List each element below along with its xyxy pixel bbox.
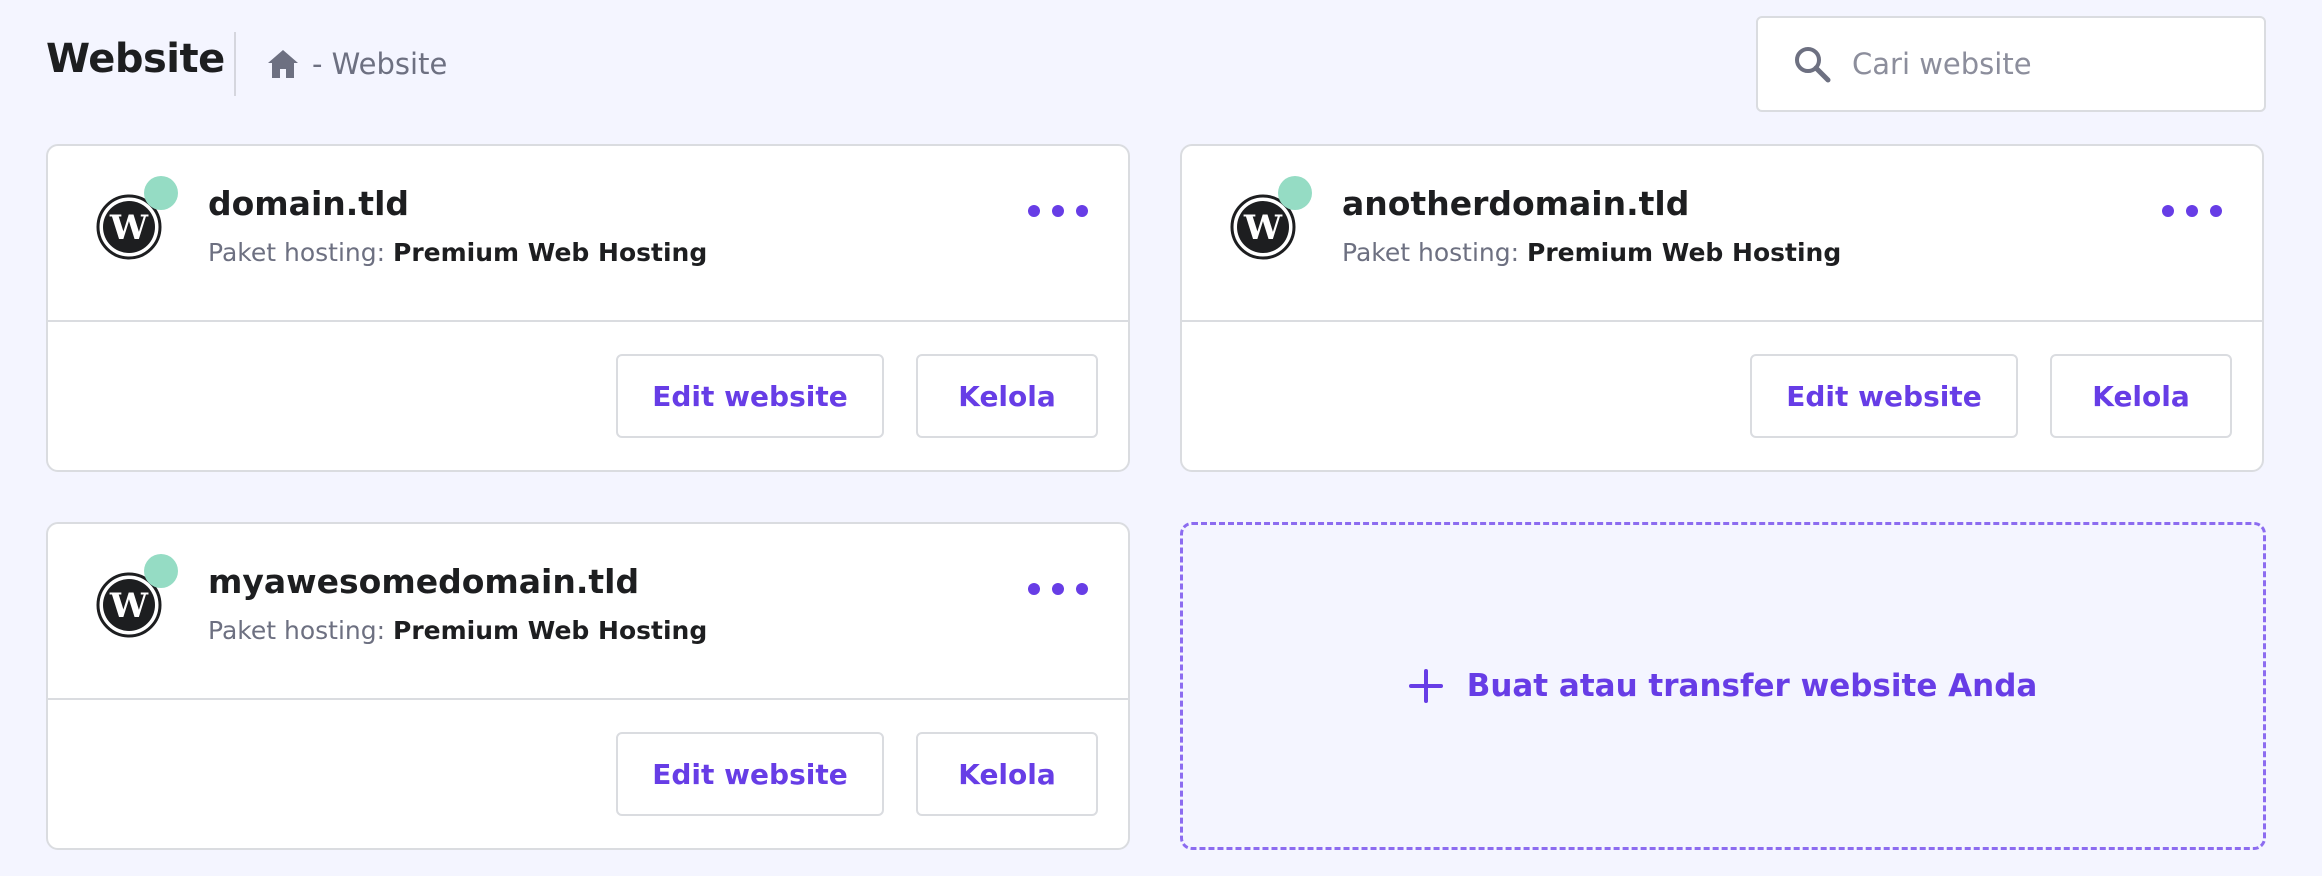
plan-value: Premium Web Hosting [393,238,708,267]
search-input[interactable] [1852,47,2232,81]
website-domain: domain.tld [208,184,409,223]
plus-icon [1408,669,1443,703]
website-card-domain: W domain.tld Paket hosting: Premium Web … [46,144,1130,472]
card-header: W myawesomedomain.tld Paket hosting: Pre… [48,524,1128,698]
header-divider [234,32,236,96]
more-options-icon[interactable] [2162,196,2222,226]
edit-website-button[interactable]: Edit website [1750,354,2018,438]
page-title: Website [46,36,225,82]
website-card-myawesomedomain: W myawesomedomain.tld Paket hosting: Pre… [46,522,1130,850]
breadcrumb: - Website [266,44,447,84]
manage-button[interactable]: Kelola [916,354,1098,438]
manage-button[interactable]: Kelola [916,732,1098,816]
add-website-button[interactable]: Buat atau transfer website Anda [1180,522,2266,850]
search-icon [1795,47,1831,83]
edit-website-button[interactable]: Edit website [616,354,884,438]
svg-text:W: W [109,586,149,626]
card-header: W domain.tld Paket hosting: Premium Web … [48,146,1128,320]
plan-label: Paket hosting: [1342,238,1520,267]
search-box[interactable] [1756,16,2266,112]
breadcrumb-current: - Website [312,47,448,81]
svg-text:W: W [109,208,149,248]
card-divider [48,320,1128,322]
page-header: Website - Website [0,0,2322,130]
card-header: W anotherdomain.tld Paket hosting: Premi… [1182,146,2262,320]
svg-text:W: W [1243,208,1283,248]
plan-label: Paket hosting: [208,238,386,267]
website-card-anotherdomain: W anotherdomain.tld Paket hosting: Premi… [1180,144,2264,472]
edit-website-button[interactable]: Edit website [616,732,884,816]
manage-button[interactable]: Kelola [2050,354,2232,438]
plan-label: Paket hosting: [208,616,386,645]
plan-value: Premium Web Hosting [393,616,708,645]
website-domain: myawesomedomain.tld [208,562,640,601]
hosting-plan: Paket hosting: Premium Web Hosting [208,238,707,267]
website-domain: anotherdomain.tld [1342,184,1690,223]
home-icon[interactable] [266,48,300,80]
status-indicator [144,176,178,210]
card-divider [1182,320,2262,322]
hosting-plan: Paket hosting: Premium Web Hosting [1342,238,1841,267]
more-options-icon[interactable] [1028,196,1088,226]
add-website-label: Buat atau transfer website Anda [1466,668,2038,704]
more-options-icon[interactable] [1028,574,1088,604]
hosting-plan: Paket hosting: Premium Web Hosting [208,616,707,645]
card-divider [48,698,1128,700]
plan-value: Premium Web Hosting [1527,238,1842,267]
status-indicator [144,554,178,588]
status-indicator [1278,176,1312,210]
